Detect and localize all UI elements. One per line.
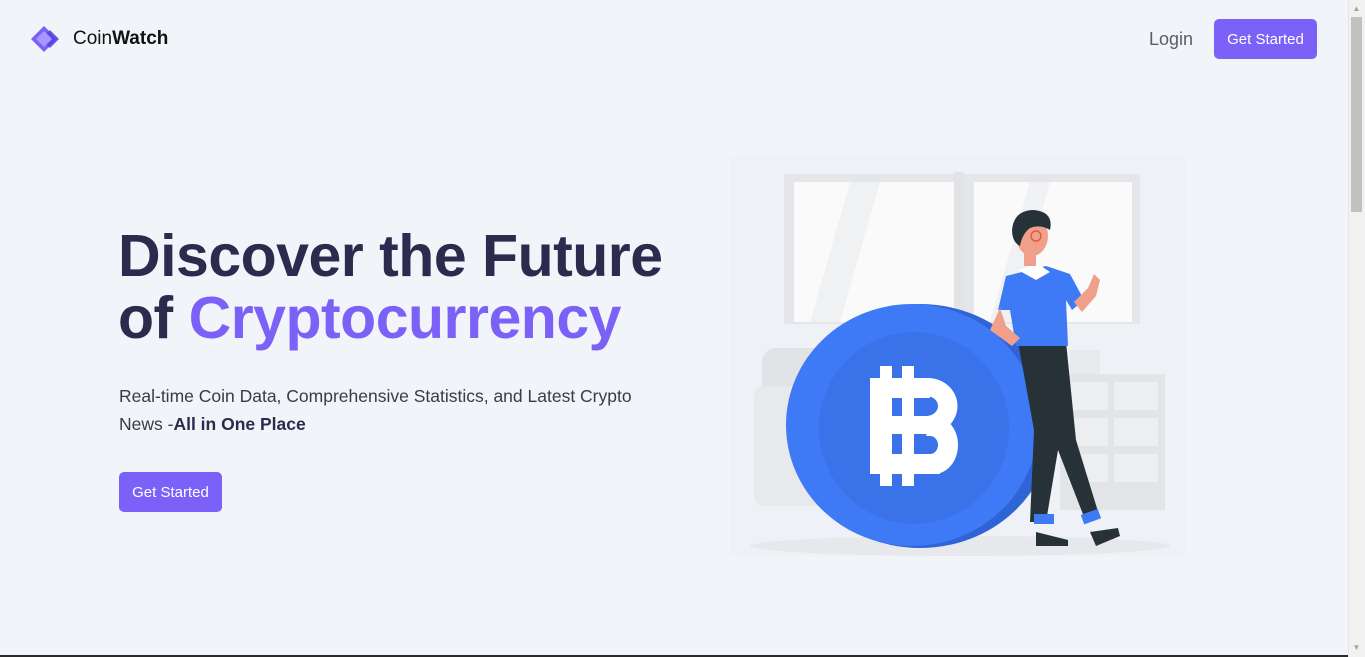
hero-title: Discover the Future of Cryptocurrency [118, 225, 678, 349]
brand-name-bold: Watch [112, 28, 169, 49]
logo[interactable]: CoinWatch [31, 26, 168, 52]
hero-get-started-button[interactable]: Get Started [119, 472, 222, 512]
hero-subtitle-bold: All in One Place [173, 414, 306, 434]
brand-name: CoinWatch [73, 28, 168, 50]
logo-diamond-icon [31, 26, 59, 52]
hero-title-line1: Discover the Future [118, 223, 663, 289]
hero-illustration [730, 156, 1186, 556]
scrollbar-thumb[interactable] [1351, 17, 1362, 212]
hero-title-accent: Cryptocurrency [188, 285, 622, 351]
hero-title-of: of [118, 285, 189, 351]
top-nav: CoinWatch Login Get Started [0, 0, 1348, 80]
bitcoin-icon [870, 366, 958, 486]
brand-name-light: Coin [73, 28, 113, 49]
login-link[interactable]: Login [1149, 29, 1193, 50]
nav-get-started-button[interactable]: Get Started [1214, 19, 1317, 59]
scroll-up-icon[interactable]: ▲ [1351, 2, 1362, 16]
hero-subtitle: Real-time Coin Data, Comprehensive Stati… [119, 382, 659, 438]
scroll-down-icon[interactable]: ▼ [1351, 641, 1362, 655]
